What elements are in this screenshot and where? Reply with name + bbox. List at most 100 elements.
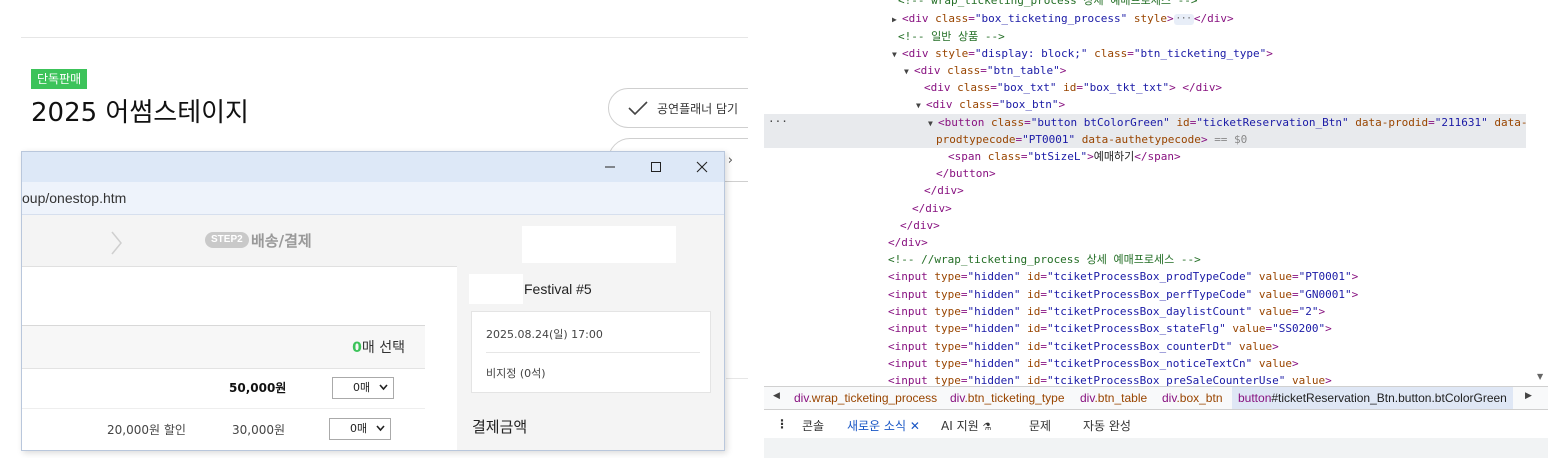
breadcrumb-item[interactable]: div.wrap_ticketing_process: [794, 391, 937, 405]
add-to-planner-button[interactable]: 공연플래너 담기: [608, 88, 748, 128]
code-line[interactable]: ▶ <div class="box_ticketing_process" styl…: [892, 10, 1234, 27]
tab-whats-new-label: 새로운 소식: [847, 419, 907, 433]
code-line[interactable]: ▼ <button class="button btColorGreen" id=…: [928, 114, 1527, 131]
dom-breadcrumb: ◀ div.wrap_ticketing_process div.btn_tic…: [764, 386, 1548, 410]
code-line[interactable]: <input type="hidden" id="tciketProcessBo…: [888, 320, 1332, 337]
code-line[interactable]: <!-- 일반 상품 -->: [898, 28, 1005, 45]
drawer-menu-icon[interactable]: ⋮: [776, 417, 788, 431]
payment-amount-label: 결제금액: [472, 418, 528, 436]
code-line[interactable]: <input type="hidden" id="tciketProcessBo…: [888, 286, 1358, 303]
price-row: 50,000원 0매: [22, 368, 425, 409]
price-value: 30,000원: [232, 423, 286, 437]
booking-summary-panel: Festival #5 2025.08.24(일) 17:00 비지정 (0석)…: [457, 215, 724, 450]
ticket-page: 단독판매 2025 어썸스테이지 공연플래너 담기 › oup/onestop.…: [0, 0, 748, 458]
code-line[interactable]: ▼ <div class="box_btn">: [916, 96, 1065, 113]
performance-date: 2025.08.24(일) 17:00: [486, 328, 603, 341]
step2-label[interactable]: 배송/결제: [251, 230, 312, 251]
close-button[interactable]: [679, 152, 724, 182]
address-bar[interactable]: oup/onestop.htm: [22, 182, 724, 215]
festival-thumbnail: [469, 274, 523, 304]
breadcrumb-tag: div: [794, 391, 809, 405]
code-line[interactable]: </div>: [912, 200, 952, 217]
code-line[interactable]: <span class="btSizeL">예매하기</span>: [948, 148, 1181, 165]
tab-issues[interactable]: 문제: [1029, 417, 1051, 434]
seat-info: 비지정 (0석): [486, 367, 546, 380]
breadcrumb-tag: button: [1238, 391, 1272, 405]
quantity-select[interactable]: 0매: [332, 377, 394, 399]
tab-autofill[interactable]: 자동 완성: [1083, 417, 1131, 434]
page-left-margin: [0, 0, 21, 458]
header-divider: [21, 37, 748, 38]
check-icon: [628, 101, 648, 116]
selected-count-number: 0: [352, 340, 362, 356]
code-line[interactable]: prodtypecode="PT0001" data-authetypecode…: [936, 131, 1247, 148]
festival-title: Festival #5: [524, 281, 592, 297]
quantity-value: 0매: [350, 422, 368, 435]
code-line[interactable]: <input type="hidden" id="tciketProcessBo…: [888, 303, 1325, 320]
chevron-down-icon: [379, 384, 388, 391]
caret-left-icon[interactable]: ◀: [773, 390, 780, 401]
code-line[interactable]: <input type="hidden" id="tciketProcessBo…: [888, 338, 1279, 355]
code-line[interactable]: </div>: [900, 217, 940, 234]
breadcrumb-class: .box_btn: [1176, 391, 1223, 405]
caret-right-icon[interactable]: ▶: [1525, 390, 1532, 401]
popup-content: STEP2 배송/결제 0매 선택 50,000원 0매 20,000원 할인 …: [22, 215, 724, 450]
drawer-content: [764, 438, 1548, 458]
code-line[interactable]: </button>: [936, 165, 996, 182]
code-line[interactable]: <!-- wrap_ticketing_process 상세 예매프로세스 --…: [898, 0, 1198, 9]
devtools-panel: <!-- wrap_ticketing_process 상세 예매프로세스 --…: [764, 0, 1548, 458]
selected-count: 0매 선택: [352, 337, 405, 357]
performance-title: 2025 어썸스테이지: [31, 98, 249, 128]
breadcrumb-class: .btn_ticketing_type: [964, 391, 1065, 405]
code-line[interactable]: <input type="hidden" id="tciketProcessBo…: [888, 355, 1299, 372]
quantity-select[interactable]: 0매: [329, 418, 391, 440]
minimize-icon: [605, 166, 615, 168]
code-line[interactable]: <input type="hidden" id="tciketProcessBo…: [888, 268, 1358, 285]
code-line[interactable]: ▼ <div style="display: block;" class="btn…: [892, 45, 1273, 62]
code-line[interactable]: </div>: [888, 234, 928, 251]
gap-shade: [748, 0, 764, 444]
step-bar: STEP2 배송/결제: [22, 215, 457, 267]
breadcrumb-class: .wrap_ticketing_process: [808, 391, 938, 405]
chevron-right-icon: [111, 231, 122, 255]
window-gap: [748, 0, 764, 458]
elements-tree[interactable]: <!-- wrap_ticketing_process 상세 예매프로세스 --…: [764, 0, 1534, 386]
code-line[interactable]: <div class="box_txt" id="box_tkt_txt"> <…: [924, 79, 1222, 96]
section-divider: [726, 378, 748, 379]
close-icon: [696, 161, 708, 173]
scroll-down-icon[interactable]: ▼: [1537, 372, 1543, 381]
breadcrumb-item[interactable]: div.box_btn: [1162, 391, 1223, 405]
code-line[interactable]: ▼ <div class="btn_table">: [904, 62, 1066, 79]
tab-ai-label: AI 지원: [941, 419, 979, 433]
breadcrumb-item-active[interactable]: button#ticketReservation_Btn.button.btCo…: [1232, 387, 1513, 409]
minimize-button[interactable]: [587, 152, 633, 182]
flask-icon: ⚗: [982, 422, 992, 433]
poster-image: [522, 226, 676, 263]
code-line[interactable]: <!-- //wrap_ticketing_process 상세 예매프로세스 …: [888, 251, 1201, 268]
tab-console[interactable]: 콘솔: [802, 417, 824, 434]
breadcrumb-item[interactable]: div.btn_table: [1080, 391, 1147, 405]
breadcrumb-class: .btn_table: [1094, 391, 1148, 405]
tab-ai-assistance[interactable]: AI 지원 ⚗: [941, 417, 991, 434]
breadcrumb-tag: div: [1080, 391, 1095, 405]
drawer-tabbar: ⋮ 콘솔 새로운 소식 ✕ AI 지원 ⚗ 문제 자동 완성: [764, 410, 1548, 441]
vertical-scrollbar[interactable]: ▼: [1534, 0, 1548, 386]
price-value: 50,000원: [229, 381, 287, 395]
code-line[interactable]: </div>: [924, 182, 964, 199]
maximize-button[interactable]: [633, 152, 679, 182]
close-tab-icon[interactable]: ✕: [910, 419, 920, 433]
price-row: 20,000원 할인 30,000원 0매: [22, 409, 425, 449]
quantity-value: 0매: [353, 381, 371, 394]
address-url: oup/onestop.htm: [22, 190, 127, 206]
maximize-icon: [651, 162, 661, 172]
performance-info-card: 2025.08.24(일) 17:00 비지정 (0석): [471, 311, 711, 393]
selected-count-suffix: 매 선택: [361, 340, 405, 356]
exclusive-badge: 단독판매: [31, 69, 88, 89]
add-to-planner-label: 공연플래너 담기: [657, 101, 739, 116]
chevron-down-icon: [376, 425, 385, 432]
more-options-icon[interactable]: ···: [768, 113, 788, 130]
code-line[interactable]: <input type="hidden" id="tciketProcessBo…: [888, 372, 1332, 386]
breadcrumb-class: #ticketReservation_Btn.button.btColorGre…: [1271, 391, 1507, 405]
popup-titlebar: [22, 152, 724, 182]
breadcrumb-item[interactable]: div.btn_ticketing_type: [950, 391, 1065, 405]
